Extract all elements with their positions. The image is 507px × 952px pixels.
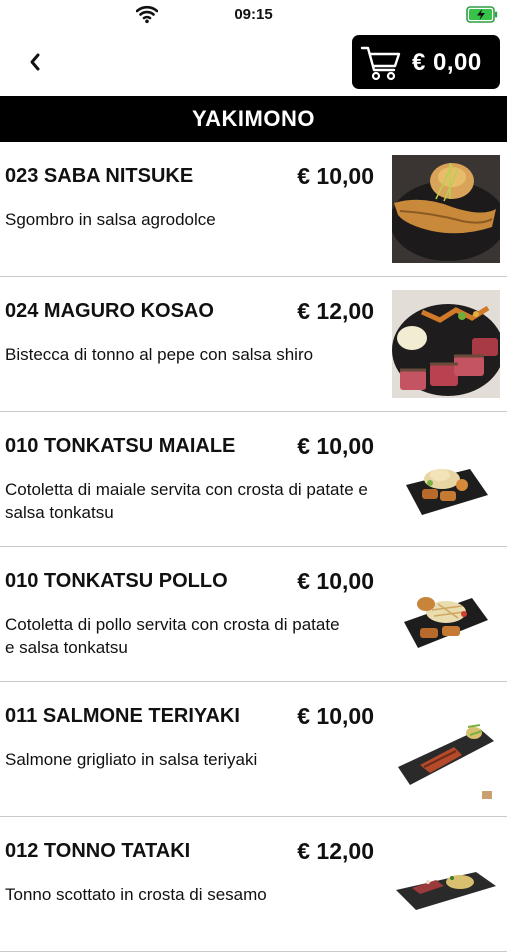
status-bar: 09:15 [0, 0, 507, 30]
item-price: € 10,00 [297, 703, 374, 729]
menu-item[interactable]: 024 MAGURO KOSAO € 12,00 Bistecca di ton… [0, 277, 507, 412]
menu-item[interactable]: 011 SALMONE TERIYAKI € 10,00 Salmone gri… [0, 682, 507, 817]
item-price: € 10,00 [297, 433, 374, 459]
dish-photo[interactable] [392, 695, 500, 803]
dish-photo[interactable] [392, 290, 500, 398]
dish-photo[interactable] [392, 830, 500, 938]
item-description: Salmone grigliato in salsa teriyaki [5, 750, 258, 769]
battery-charging-icon [466, 6, 498, 23]
status-time: 09:15 [234, 6, 273, 23]
item-name: 011 SALMONE TERIYAKI [5, 705, 240, 727]
item-description: Bistecca di tonno al pepe con salsa shir… [5, 345, 314, 364]
item-name: 010 TONKATSU POLLO [5, 570, 228, 592]
dish-photo[interactable] [392, 155, 500, 263]
shopping-cart-icon [360, 46, 401, 81]
item-price: € 10,00 [297, 568, 374, 594]
dish-photo[interactable] [392, 425, 500, 533]
menu-item[interactable]: 023 SABA NITSUKE € 10,00 Sgombro in sals… [0, 142, 507, 277]
back-chevron-icon[interactable] [24, 49, 48, 75]
item-description: Sgombro in salsa agrodolce [5, 210, 216, 229]
item-price: € 10,00 [297, 163, 374, 189]
item-name: 023 SABA NITSUKE [5, 165, 194, 187]
category-title: YAKIMONO [192, 106, 315, 131]
item-name: 012 TONNO TATAKI [5, 840, 191, 862]
item-description: Tonno scottato in crosta di sesamo [5, 885, 267, 904]
item-description: Cotoletta di maiale servita con crosta d… [5, 480, 368, 522]
category-header: YAKIMONO [0, 96, 507, 142]
menu-item[interactable]: 010 TONKATSU POLLO € 10,00 Cotoletta di … [0, 547, 507, 682]
item-price: € 12,00 [297, 838, 374, 864]
item-name: 010 TONKATSU MAIALE [5, 435, 236, 457]
item-description: Cotoletta di pollo servita con crosta di… [5, 615, 340, 657]
menu-list: 023 SABA NITSUKE € 10,00 Sgombro in sals… [0, 142, 507, 952]
menu-item[interactable]: 010 TONKATSU MAIALE € 10,00 Cotoletta di… [0, 412, 507, 547]
menu-item[interactable]: 012 TONNO TATAKI € 12,00 Tonno scottato … [0, 817, 507, 952]
dish-photo[interactable] [392, 560, 500, 668]
cart-button[interactable]: € 0,00 [352, 35, 500, 89]
item-price: € 12,00 [297, 298, 374, 324]
item-name: 024 MAGURO KOSAO [5, 300, 214, 322]
cart-total: € 0,00 [412, 49, 482, 76]
